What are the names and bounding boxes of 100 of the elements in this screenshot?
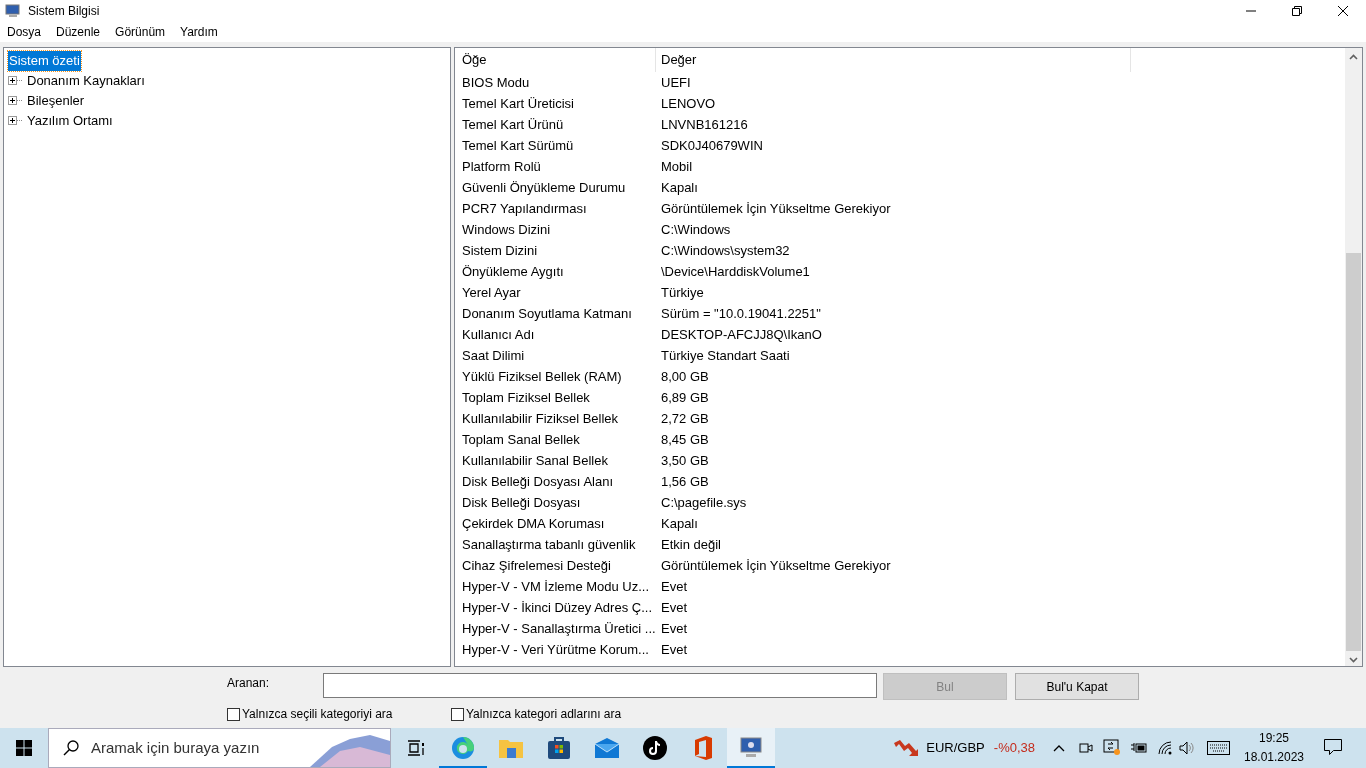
table-cell-text: Kapalı [660,178,698,197]
table-cell-text: Kapalı [660,514,698,533]
table-cell-text: C:\Windows\system32 [660,241,790,260]
swirl-icon [451,736,475,760]
table-cell-text: Yerel Ayar [461,283,522,302]
table-cell-text: 1,56 GB [660,472,709,491]
table-cell-text: Çekirdek DMA Koruması [461,514,606,533]
table-cell-text: Sürüm = "10.0.19041.2251" [660,304,821,323]
table-cell-text: Saat Dilimi [461,346,526,365]
tree-item[interactable]: Bileşenler [26,91,86,111]
table-cell-text: C:\Windows [660,220,731,239]
table-cell-text: 8,45 GB [660,430,709,449]
notification-icon[interactable] [1324,739,1342,757]
taskbar-search-field[interactable]: Aramak için buraya yazın [48,728,391,768]
table-cell-text: Kullanılabilir Fiziksel Bellek [461,409,620,428]
menu-item[interactable]: Dosya [2,23,46,41]
table-cell-text: Hyper-V - Sanallaştırma Üretici ... [461,619,656,638]
task-view-icon [406,740,424,756]
table-cell-text: Windows Dizini [461,220,552,239]
clock-time[interactable]: 19:25 [1259,729,1289,748]
chevron-up-icon[interactable] [1053,744,1065,752]
table-cell-text: Görüntülemek İçin Yükseltme Gerekiyor [660,556,891,575]
monitor-icon [5,3,21,19]
envelope-icon [595,738,619,758]
column-header[interactable]: Değer [656,47,1131,72]
restore-icon [1292,6,1302,16]
search-field[interactable] [323,673,877,699]
table-cell-text: Görüntülemek İçin Yükseltme Gerekiyor [660,199,891,218]
table-cell-text: LENOVO [660,94,716,113]
table-cell-text: 6,89 GB [660,388,709,407]
table-cell-text: Önyükleme Aygıtı [461,262,565,281]
search-icon [63,740,79,756]
speaker-icon[interactable] [1179,741,1195,755]
table-cell-text: Sanallaştırma tabanlı güvenlik [461,535,637,554]
table-cell-text: 3,50 GB [660,451,709,470]
table-cell-text: Hyper-V - İkinci Düzey Adres Ç... [461,598,653,617]
tree-item[interactable]: Sistem özeti [8,51,81,71]
tree-item[interactable]: Donanım Kaynakları [26,71,146,91]
checkbox-label: Yalnızca kategori adlarını ara [466,706,622,724]
scroll-down-icon[interactable] [1349,656,1358,663]
table-cell-text: Hyper-V - Veri Yürütme Korum... [461,640,650,659]
table-cell-text: SDK0J40679WIN [660,136,763,155]
table-cell-text: DESKTOP-AFCJJ8Q\IkanO [660,325,822,344]
table-cell-text: C:\pagefile.sys [660,493,747,512]
camera-icon[interactable] [1079,740,1093,756]
clock-date[interactable]: 18.01.2023 [1243,748,1305,767]
table-cell-text: Güvenli Önyükleme Durumu [461,178,627,197]
table-cell-text: Toplam Fiziksel Bellek [461,388,591,407]
table-cell-text: Kullanıcı Adı [461,325,536,344]
checkbox[interactable] [227,707,240,721]
battery-charging-icon[interactable] [1131,742,1147,754]
menu-item[interactable]: Görünüm [110,23,171,41]
monitor-icon [739,736,763,760]
search-label: Aranan: [227,675,270,693]
keyboard-icon[interactable] [1207,741,1230,755]
expand-icon[interactable] [8,76,23,86]
table-cell-text: Disk Belleği Dosyası Alanı [461,472,614,491]
close-icon [1338,6,1348,16]
table-cell-text: Donanım Soyutlama Katmanı [461,304,633,323]
table-cell-text: Toplam Sanal Bellek [461,430,581,449]
table-cell-text: Türkiye [660,283,704,302]
column-header[interactable]: Öğe [455,47,656,72]
table-cell-text: Cihaz Şifrelemesi Desteği [461,556,612,575]
menu-item[interactable]: Düzenle [51,23,106,41]
table-cell-text: \Device\HarddiskVolume1 [660,262,810,281]
table-cell-text: Evet [660,640,687,659]
table-cell-text: Platform Rolü [461,157,542,176]
table-cell-text: Yüklü Fiziksel Bellek (RAM) [461,367,623,386]
menu-item[interactable]: Yardım [175,23,223,41]
table-cell-text: Evet [660,619,687,638]
trend-down-icon [894,740,919,756]
table-cell-text: 2,72 GB [660,409,709,428]
tree-item[interactable]: Yazılım Ortamı [26,111,114,131]
office-logo-icon [693,736,713,760]
update-icon[interactable] [1103,739,1121,757]
checkbox[interactable] [451,707,464,721]
scroll-up-icon[interactable] [1349,53,1358,60]
ticker-change: -%0,38 [993,739,1035,758]
ticker-symbol: EUR/GBP [926,739,985,758]
table-cell-text: 8,00 GB [660,367,709,386]
table-cell-text: Disk Belleği Dosyası [461,493,582,512]
table-cell-text: Temel Kart Ürünü [461,115,565,134]
close-find-button[interactable]: Bul'u Kapat [1015,673,1139,701]
table-cell-text: Sistem Dizini [461,241,539,260]
table-cell-text: Temel Kart Üreticisi [461,94,575,113]
table-cell-text: Etkin değil [660,535,721,554]
window-title: Sistem Bilgisi [28,3,100,20]
table-cell-text: Hyper-V - VM İzleme Modu Uz... [461,577,651,596]
wifi-icon[interactable] [1157,741,1173,755]
table-cell-text: Mobil [660,157,693,176]
table-cell-text: LNVNB161216 [660,115,748,134]
table-cell-text: Temel Kart Sürümü [461,136,575,155]
expand-icon[interactable] [8,96,23,106]
table-cell-text: BIOS Modu [461,73,531,92]
scrollbar[interactable] [1345,47,1362,667]
windows-logo-icon [16,740,32,756]
table-cell-text: Kullanılabilir Sanal Bellek [461,451,609,470]
folder-icon [499,738,523,758]
expand-icon[interactable] [8,116,23,126]
table-cell-text: Evet [660,598,687,617]
